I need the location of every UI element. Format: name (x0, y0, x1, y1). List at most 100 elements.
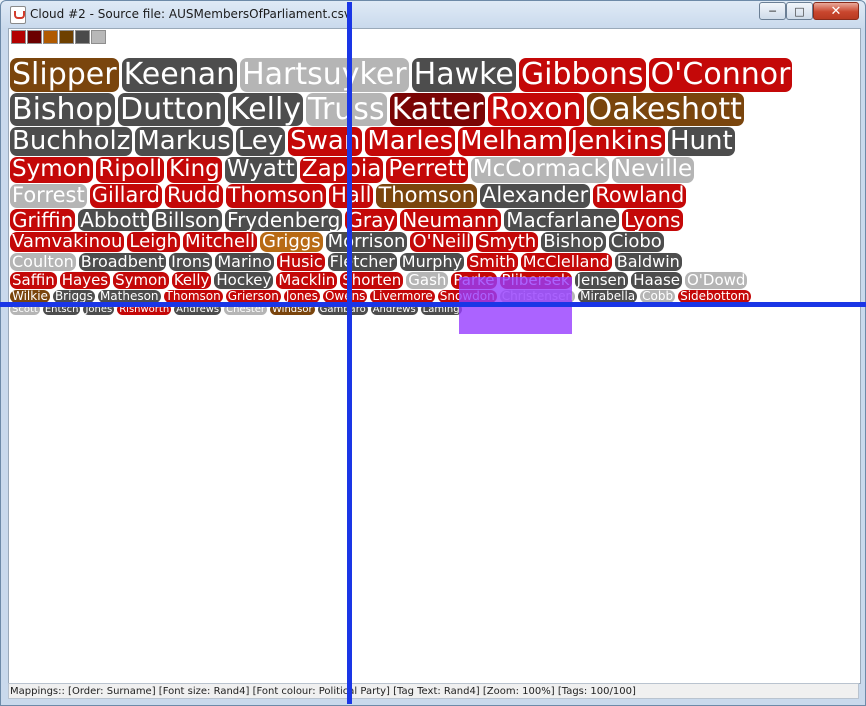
cloud-tag[interactable]: Ley (235, 127, 286, 157)
crosshair-vertical-line (347, 2, 352, 704)
cloud-tag[interactable]: Lyons (622, 208, 683, 231)
cloud-tag[interactable]: Zappia (299, 157, 384, 184)
cloud-tag[interactable]: Marino (215, 253, 274, 272)
cloud-tag[interactable]: Oakeshott (586, 92, 744, 127)
window-title: Cloud #2 - Source file: AUSMembersOfParl… (30, 7, 351, 21)
cloud-tag[interactable]: Haase (631, 272, 682, 289)
cloud-tag[interactable]: Hartsuyker (240, 58, 409, 92)
cloud-tag[interactable]: Ripoll (96, 157, 165, 184)
cloud-tag[interactable]: Macklin (276, 272, 338, 289)
cloud-tag[interactable]: Keenan (121, 58, 238, 92)
cloud-tag[interactable]: Alexander (480, 184, 591, 208)
cloud-tag[interactable]: Roxon (488, 92, 584, 127)
title-bar[interactable]: Cloud #2 - Source file: AUSMembersOfParl… (1, 1, 865, 27)
cloud-tag[interactable]: O'Dowd (685, 272, 748, 289)
cloud-row: Griffin Abbott Billson Frydenberg Gray Neuman… (9, 208, 860, 232)
cloud-tag[interactable]: Bishop (541, 231, 606, 253)
cloud-tag[interactable]: Broadbent (78, 253, 167, 272)
cloud-tag[interactable]: Gillard (89, 184, 162, 208)
palette-swatch[interactable] (27, 30, 42, 44)
cloud-tag[interactable]: Mitchell (183, 231, 258, 253)
minimize-icon: ─ (769, 4, 776, 18)
cloud-row: ForrestGillardRuddThomsonHallThomsonAlex… (9, 184, 860, 209)
cloud-tag[interactable]: Frydenberg (225, 208, 343, 231)
maximize-icon: □ (794, 4, 805, 18)
cloud-tag[interactable]: Kelly (227, 92, 304, 127)
cloud-tag[interactable]: Husic (276, 253, 325, 272)
cloud-tag[interactable]: Forrest (10, 184, 87, 208)
cloud-tag[interactable]: O'Connor (648, 58, 793, 92)
cloud-tag[interactable]: Ciobo (608, 231, 664, 253)
palette-swatch[interactable] (43, 30, 58, 44)
cloud-tag[interactable]: Vamvakinou (10, 231, 125, 253)
cloud-tag[interactable]: Leigh (127, 231, 181, 253)
close-button[interactable]: ✕ (813, 2, 859, 20)
application-window: Cloud #2 - Source file: AUSMembersOfParl… (0, 0, 866, 706)
cloud-tag[interactable]: Buchholz (10, 127, 133, 157)
cloud-tag[interactable]: Jensen (574, 272, 629, 289)
cloud-row: Vamvakinou Leigh Mitchell Griggs Morrison O'N… (9, 231, 860, 253)
cloud-tag[interactable]: Billson (152, 208, 223, 231)
cloud-tag[interactable]: Slipper (10, 58, 119, 92)
cloud-tag[interactable]: Dutton (117, 92, 225, 127)
cloud-tag[interactable]: King (167, 157, 222, 184)
cloud-row: Symon Ripoll King Wyatt Zappia Perrett McCorma… (9, 157, 860, 184)
cloud-tag[interactable]: McCormack (470, 157, 609, 184)
cloud-tag[interactable]: Jenkins (568, 127, 665, 157)
java-app-icon (10, 6, 26, 24)
status-bar: Mappings:: [Order: Surname] [Font size: … (8, 683, 859, 699)
cloud-tag[interactable]: Griffin (10, 208, 76, 231)
minimize-button[interactable]: ─ (759, 2, 786, 20)
cloud-tag[interactable]: Marles (365, 127, 456, 157)
cloud-tag[interactable]: Katter (389, 92, 486, 127)
cloud-tag[interactable]: Morrison (325, 231, 408, 253)
cloud-tag[interactable]: Neville (611, 157, 695, 184)
tag-cloud: Slipper Keenan Hartsuyker Hawke Gibbons O'Con… (9, 58, 860, 316)
cloud-tag[interactable]: Hunt (667, 127, 735, 157)
cloud-tag[interactable]: Rowland (593, 184, 687, 208)
palette-swatch[interactable] (91, 30, 106, 44)
cloud-tag[interactable]: Hockey (214, 272, 274, 289)
cloud-tag[interactable]: Griggs (260, 231, 323, 253)
palette-swatch[interactable] (11, 30, 26, 44)
cloud-tag[interactable]: Irons (169, 253, 213, 272)
cloud-tag[interactable]: Rudd (164, 184, 223, 208)
cloud-canvas[interactable]: Slipper Keenan Hartsuyker Hawke Gibbons O'Con… (8, 28, 861, 684)
cloud-tag[interactable]: Hayes (59, 272, 111, 289)
cloud-tag[interactable]: Gibbons (518, 58, 646, 92)
cloud-tag[interactable]: Gash (406, 272, 449, 289)
cloud-tag[interactable]: Baldwin (614, 253, 682, 272)
cloud-tag[interactable]: Thomson (376, 184, 478, 208)
cloud-row: Slipper Keenan Hartsuyker Hawke Gibbons O'Con… (9, 58, 860, 93)
cloud-tag[interactable]: Melham (458, 127, 566, 157)
cloud-tag[interactable]: McClelland (520, 253, 612, 272)
cloud-tag[interactable]: Murphy (399, 253, 465, 272)
cloud-row: Buchholz Markus Ley Swan Marles Melham Jenkins… (9, 127, 860, 157)
cloud-tag[interactable]: Perrett (386, 157, 468, 184)
cloud-tag[interactable]: Symon (10, 157, 94, 184)
cloud-tag[interactable]: Saffin (10, 272, 57, 289)
cloud-tag[interactable]: Fletcher (327, 253, 397, 272)
cloud-row: Saffin Hayes Symon Kelly Hockey Macklin Shorte… (9, 272, 860, 290)
cloud-tag[interactable]: Thomson (225, 184, 327, 208)
palette-swatch[interactable] (59, 30, 74, 44)
cloud-tag[interactable]: Wyatt (224, 157, 297, 184)
cloud-tag[interactable]: Smyth (476, 231, 539, 253)
crosshair-horizontal-line (0, 302, 866, 307)
cloud-tag[interactable]: Coulton (10, 253, 76, 272)
cloud-tag[interactable]: O'Neill (410, 231, 474, 253)
cloud-tag[interactable]: Bishop (10, 92, 115, 127)
cloud-tag[interactable]: Macfarlane (504, 208, 620, 231)
palette-swatch[interactable] (75, 30, 90, 44)
cloud-tag[interactable]: Kelly (171, 272, 212, 289)
cloud-tag[interactable]: Neumann (400, 208, 502, 231)
cloud-tag[interactable]: Markus (135, 127, 233, 157)
cloud-tag[interactable]: Hawke (411, 58, 516, 92)
cloud-row: BishopDuttonKellyTrussKatterRoxonOakesho… (9, 92, 860, 128)
cloud-row: Coulton Broadbent Irons Marino Husic Fletcher… (9, 253, 860, 272)
cloud-tag[interactable]: Symon (113, 272, 169, 289)
cloud-tag[interactable]: Abbott (78, 208, 150, 231)
cloud-tag[interactable]: Gray (345, 208, 398, 231)
maximize-button[interactable]: □ (786, 2, 813, 20)
cloud-tag[interactable]: Smith (467, 253, 518, 272)
